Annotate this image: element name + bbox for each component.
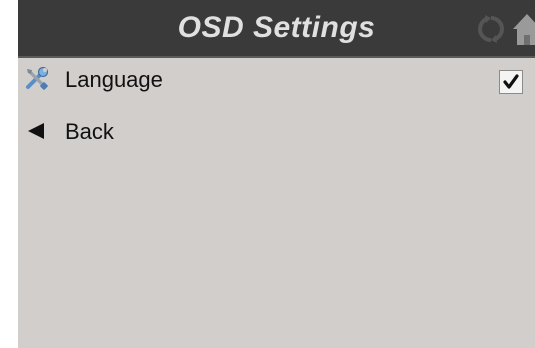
back-arrow-icon bbox=[28, 123, 44, 139]
menu-item-back[interactable]: Back bbox=[18, 108, 535, 156]
menu-item-label: Language bbox=[65, 67, 163, 92]
home-icon[interactable] bbox=[512, 12, 535, 46]
tools-icon bbox=[26, 66, 49, 90]
menu-item-label: Back bbox=[65, 119, 114, 144]
language-checkbox[interactable] bbox=[499, 70, 523, 94]
page-title: OSD Settings bbox=[177, 11, 376, 44]
menu-item-language[interactable]: Language bbox=[18, 56, 535, 104]
refresh-icon[interactable] bbox=[476, 14, 506, 44]
osd-screen: OSD Settings Language Back bbox=[18, 0, 535, 348]
checkmark-icon bbox=[503, 74, 519, 89]
title-bar: OSD Settings bbox=[18, 0, 535, 58]
